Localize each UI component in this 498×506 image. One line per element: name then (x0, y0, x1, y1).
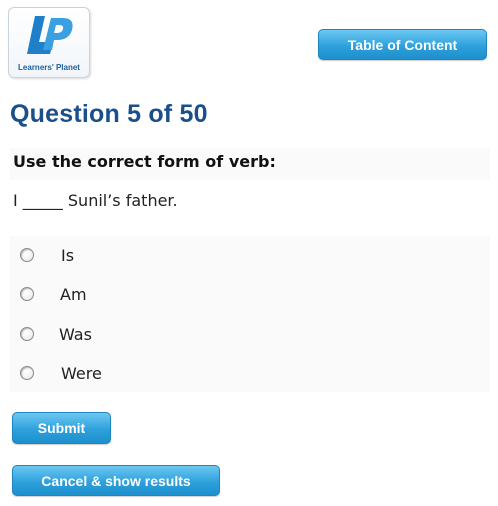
option-label: Is (61, 246, 75, 265)
option-is[interactable]: Is (20, 244, 220, 270)
question-instruction: Use the correct form of verb: (13, 152, 276, 171)
radio-button[interactable] (20, 287, 34, 301)
question-heading: Question 5 of 50 (10, 100, 208, 128)
logo-text: Learners' Planet (18, 63, 80, 72)
question-sentence: I _____ Sunil’s father. (13, 191, 178, 210)
radio-button[interactable] (20, 366, 34, 380)
lp-logo-icon (27, 16, 73, 54)
option-label: Were (61, 364, 102, 383)
option-am[interactable]: Am (20, 283, 220, 309)
option-was[interactable]: Was (20, 323, 220, 349)
learners-planet-logo: Learners' Planet (8, 7, 90, 78)
table-of-content-button[interactable]: Table of Content (318, 29, 487, 60)
option-label: Was (59, 325, 92, 344)
radio-button[interactable] (20, 248, 34, 262)
submit-button[interactable]: Submit (12, 412, 111, 444)
cancel-show-results-button[interactable]: Cancel & show results (12, 465, 220, 496)
option-were[interactable]: Were (20, 362, 220, 388)
radio-button[interactable] (20, 327, 34, 341)
option-label: Am (60, 285, 87, 304)
